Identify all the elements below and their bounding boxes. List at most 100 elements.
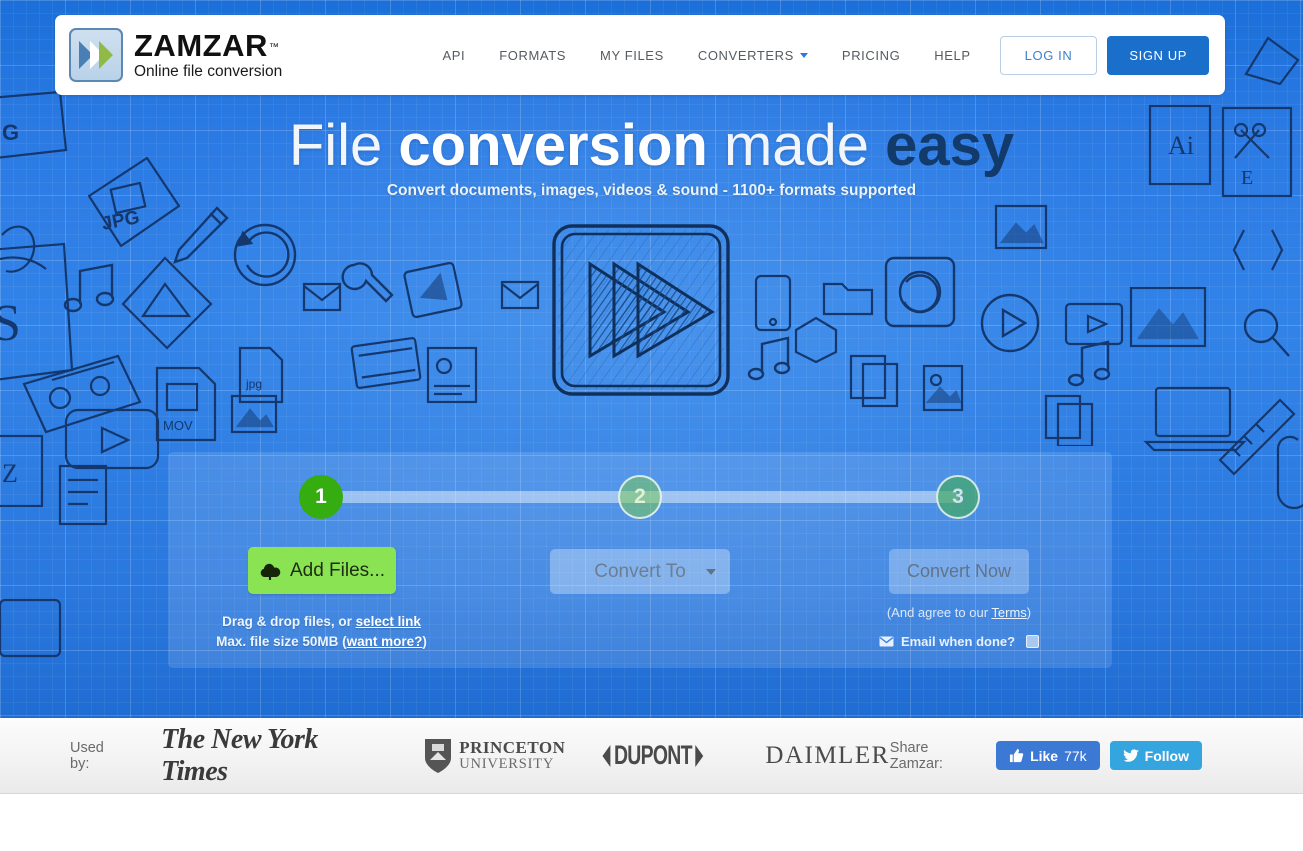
princeton-shield-icon [425,738,452,773]
add-files-button[interactable]: Add Files... [248,547,396,594]
logo-daimler: DAIMLER [765,741,890,769]
envelope-icon [879,636,894,647]
hint-prefix: Drag & drop files, or [222,614,356,629]
signup-button[interactable]: SIGN UP [1107,35,1209,75]
terms-suffix: ) [1026,605,1032,620]
doodle-refresh-circle-icon [233,223,297,287]
doodle-contact-card-icon [426,346,478,404]
logo-new-york-times: The New York Times [161,723,318,787]
nav-item-pricing[interactable]: PRICING [825,48,917,63]
doodle-clip-icon [1276,435,1303,510]
facebook-like-button[interactable]: Like 77k [996,741,1100,770]
chevrons-glyph-icon [79,41,113,69]
doodle-video-clip-icon [1064,302,1124,346]
nav-item-converters[interactable]: CONVERTERS [681,48,825,63]
terms-prefix: (And agree to our [886,605,992,620]
step-indicator-2[interactable]: 2 [618,475,662,519]
dupont-right-arrow-icon [695,744,704,767]
caret-down-icon [799,52,808,58]
logo-dupont: DUPONT [601,740,705,771]
twitter-bird-icon [1123,748,1139,762]
hint-size-suffix: ) [422,634,427,649]
dupont-left-arrow-icon [602,744,611,767]
terms-link[interactable]: Terms [991,605,1026,620]
nav-item-help[interactable]: HELP [917,48,987,63]
nav-item-my-files[interactable]: MY FILES [583,48,681,63]
doodle-arrows-icon [1232,229,1284,271]
doodle-cassette-icon [22,354,142,434]
doodle-doc-z-icon: Z [0,434,44,508]
chevron-down-icon [706,568,716,575]
add-files-label: Add Files... [289,559,386,581]
email-when-done-checkbox[interactable] [1026,635,1040,648]
hero-fast-forward-illustration [552,224,730,396]
nav-label: CONVERTERS [697,47,794,63]
brand-name: ZAMZAR [134,28,268,64]
doodle-image-diamond-icon [121,256,213,350]
doodle-picture-landscape-icon [1129,286,1207,348]
doodle-image-icon [994,204,1048,250]
dupont-wordmark: DUPONT [614,740,693,770]
doodle-film-strip-icon [350,337,422,389]
nav-label: HELP [934,47,971,63]
princeton-line-2: UNIVERSITY [459,755,555,772]
doodle-laptop-icon [1143,386,1247,452]
headline-part-1: File [288,113,399,178]
doodle-music-note-2-icon [747,336,791,381]
svg-text:MOV: MOV [163,418,193,433]
doodle-photo-icon [230,394,278,434]
doodle-refresh-box-icon [884,256,956,328]
login-button[interactable]: LOG IN [999,35,1098,75]
nav-label: PRICING [841,47,901,63]
upload-hint-line-1: Drag & drop files, or select link [168,612,475,632]
doodle-envelope-2-icon [500,280,540,310]
doodle-wrench-icon [341,262,394,303]
nav-item-formats[interactable]: FORMATS [482,48,583,63]
princeton-line-1: PRINCETON [459,737,566,757]
upload-hint-line-2: Max. file size 50MB (want more?) [168,632,475,652]
page-title: File conversion made easy [0,113,1303,178]
brand-logo[interactable]: ZAMZAR™ Online file conversion [55,28,282,82]
doodle-acrobat-icon [0,225,47,273]
convert-now-button[interactable]: Convert Now [889,549,1029,594]
want-more-link[interactable]: want more? [347,634,423,649]
share-label: Share Zamzar: [889,739,943,772]
nav-item-api[interactable]: API [425,48,482,63]
doodle-jpg-small-icon: jpg [238,346,284,404]
svg-text:jpg: jpg [245,377,262,391]
doodle-ruler-icon [1218,398,1296,476]
headline-part-2: conversion [398,113,708,178]
page-bottom-blank [0,794,1303,851]
twitter-follow-button[interactable]: Follow [1109,741,1202,770]
svg-text:JPG: JPG [100,207,141,235]
select-link-link[interactable]: select link [356,614,421,629]
doodle-copy-2-icon [1044,394,1094,446]
brand-tagline: Online file conversion [134,63,283,81]
step-indicator-1[interactable]: 1 [299,475,343,519]
doodle-photo-frame-icon [922,364,964,412]
step-indicator-3[interactable]: 3 [936,475,980,519]
doodle-mov-file-icon: MOV [155,366,217,442]
doodle-copy-icon [849,354,899,408]
brand-name-row: ZAMZAR™ [134,30,282,61]
doodle-music-note-3-icon [1067,340,1111,387]
doodle-pencil-icon [173,206,229,264]
nav-label: API [442,47,466,63]
headline-part-4: easy [885,113,1015,178]
upload-hint: Drag & drop files, or select link Max. f… [168,612,475,652]
doodle-corner-icon [1244,36,1300,86]
used-by-label: Used by: [70,739,104,772]
follow-label: Follow [1144,747,1189,764]
convert-to-select[interactable]: Convert To [550,549,730,594]
princeton-wordmark: PRINCETON UNIVERSITY [459,737,566,772]
doodle-cube-icon [794,316,838,364]
doodle-magnifier-icon [1243,308,1290,357]
zamzar-chevrons-logo-icon [69,28,123,82]
main-navigation: API FORMATS MY FILES CONVERTERS PRICING … [425,35,1225,75]
doodle-music-note-icon [63,263,115,313]
doodle-folder-icon [822,282,874,316]
doodle-bottom-left-icon [0,598,62,658]
brand-trademark: ™ [268,41,279,53]
nav-label: FORMATS [499,47,567,63]
site-header: ZAMZAR™ Online file conversion API FORMA… [55,15,1225,95]
